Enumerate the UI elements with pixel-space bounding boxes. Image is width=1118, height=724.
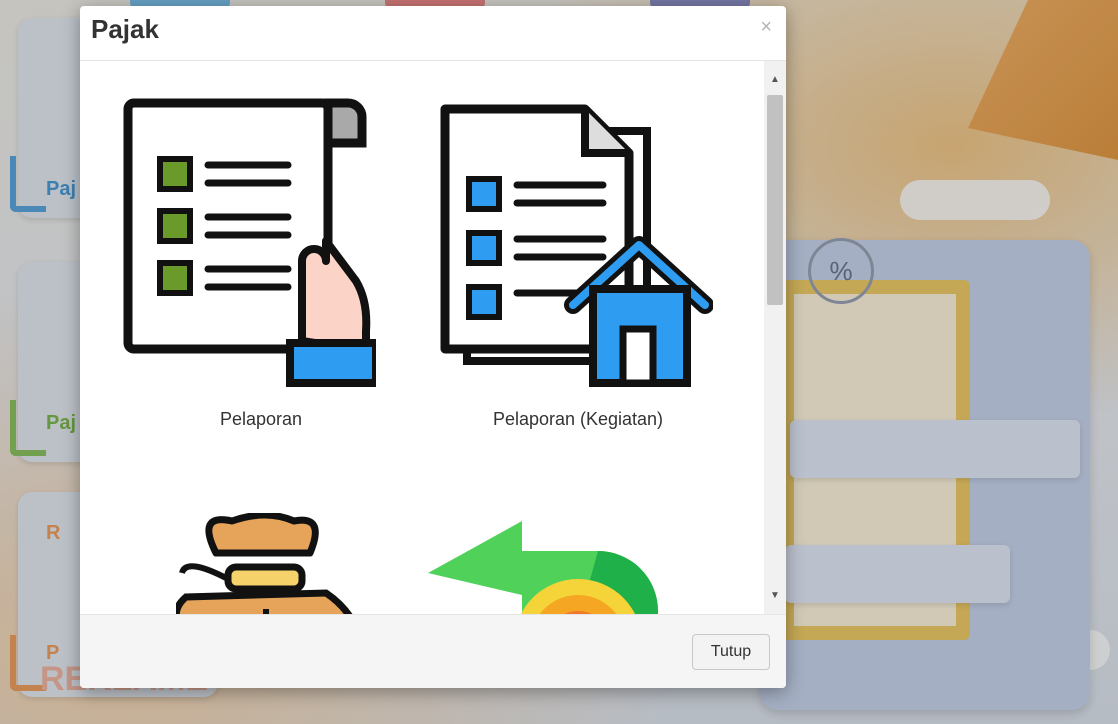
return-arrow-coin-icon [428, 521, 658, 615]
menu-item-pelaporan-kegiatan[interactable]: Pelaporan (Kegiatan) [423, 91, 733, 441]
close-icon[interactable]: × [760, 16, 772, 39]
menu-item-return-coin[interactable] [428, 513, 738, 615]
money-bag-icon [176, 513, 354, 615]
menu-label: Pelaporan (Kegiatan) [492, 409, 664, 429]
modal-header: Pajak × [80, 6, 786, 61]
scroll-thumb[interactable] [767, 95, 783, 305]
scroll-up-icon[interactable]: ▲ [764, 71, 786, 89]
menu-item-pelaporan[interactable]: Pelaporan [106, 91, 416, 441]
modal-body[interactable]: Pelaporan Pelaporan (Kegiatan) ▲ ▼ [80, 61, 786, 615]
modal-scrollbar[interactable]: ▲ ▼ [764, 61, 786, 615]
tutup-button[interactable]: Tutup [692, 634, 770, 670]
menu-label: Pelaporan [219, 409, 303, 429]
scroll-down-icon[interactable]: ▼ [764, 587, 786, 605]
report-checklist-hand-icon [123, 98, 376, 387]
modal-footer: Tutup [80, 614, 786, 688]
report-house-icon [440, 104, 713, 387]
modal-title: Pajak [91, 14, 159, 44]
pajak-modal: Pajak × Pelaporan Pelaporan (Kegiatan) ▲… [80, 6, 786, 688]
